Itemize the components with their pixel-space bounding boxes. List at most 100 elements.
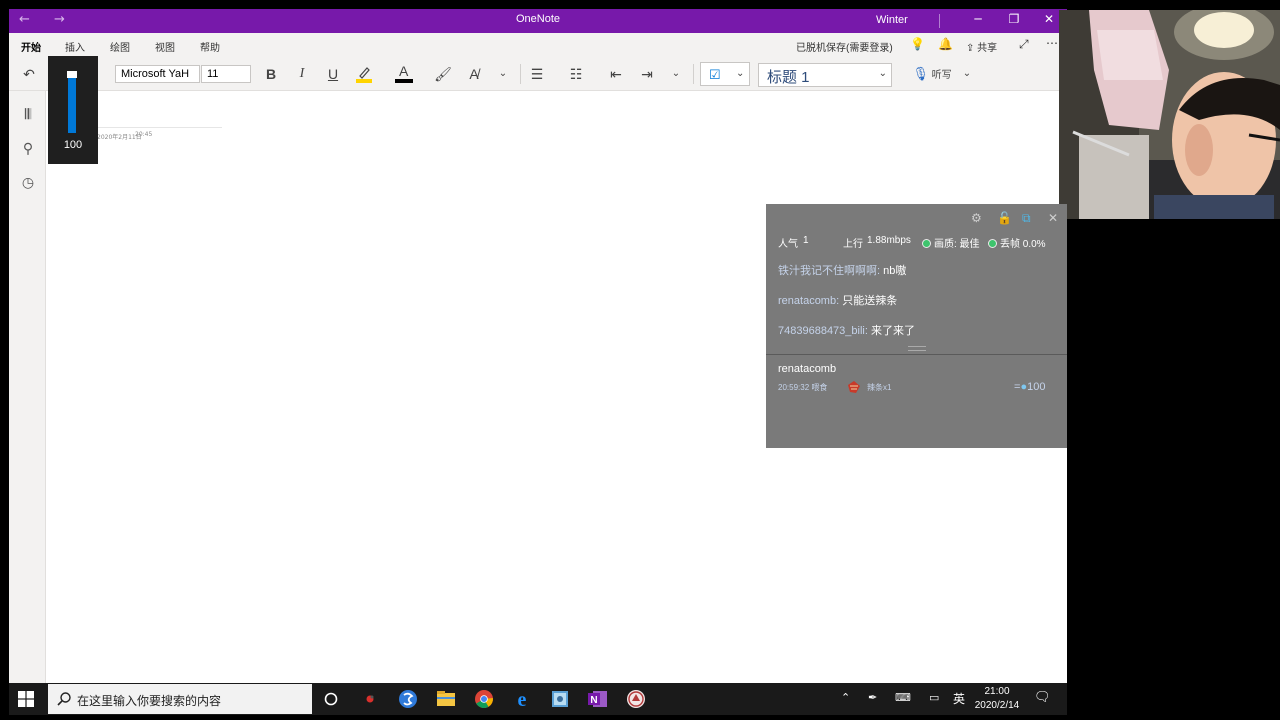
quality-text: 画质: 最佳 [934,239,980,250]
chat-username[interactable]: 铁汁我记不住啊啊啊: [778,265,880,277]
chevron-down-icon[interactable]: ⌄ [496,64,510,84]
volume-track[interactable] [67,71,77,133]
tab-view[interactable]: 视图 [155,39,175,54]
cortana-icon[interactable] [314,686,348,712]
decrease-indent-icon[interactable]: ⇤ [606,64,626,84]
overlay-close-icon[interactable]: ✕ [1048,211,1058,225]
volume-level: 100 [63,139,83,151]
taskbar-search[interactable]: 在这里输入你要搜索的内容 [48,684,312,714]
dictate-button[interactable]: 🎙 听写 [902,64,962,84]
increase-indent-icon[interactable]: ⇥ [637,64,657,84]
chevron-down-icon[interactable]: ⌄ [960,64,974,84]
gift-username[interactable]: renatacomb [778,363,836,375]
format-painter-icon[interactable]: 🖌 [434,64,452,84]
taskbar: 在这里输入你要搜索的内容 e N ⌃ ✒ ⌨ ▭ 英 21:00 2020/2/… [9,683,1067,715]
windows-start-icon[interactable] [18,691,34,707]
notebooks-icon[interactable]: 𝄃𝄃 [19,107,37,125]
dropframe-status-dot [988,239,997,248]
settings-icon[interactable]: ⚙ [971,211,982,225]
checkbox-icon: ☑ [709,67,721,82]
dropframe-text: 丢帧 0.0% [1000,239,1046,250]
undo-icon[interactable]: ↶ [20,64,38,84]
font-color-button[interactable]: A [395,63,413,84]
chat-text: 来了来了 [870,325,915,337]
chat-text: nb嗷 [883,265,907,277]
taskbar-clock[interactable]: 21:00 2020/2/14 [965,685,1029,713]
webcam-image [1059,10,1280,219]
more-icon[interactable]: ⋯ [1046,36,1058,50]
chat-username[interactable]: 74839688473_bili: [778,325,868,337]
italic-button[interactable]: I [293,64,311,84]
font-name-box[interactable]: Microsoft YaH [115,65,200,83]
popout-icon[interactable]: ⧉ [1022,211,1031,226]
chat-message: 铁汁我记不住啊啊啊: nb嗷 [778,262,906,278]
highlight-button[interactable] [355,64,373,84]
volume-flyout: 100 [48,56,98,164]
search-icon [57,692,71,706]
webcam-feed [1059,10,1280,219]
popularity-label: 人气 [778,239,798,250]
tab-draw[interactable]: 绘图 [110,39,130,54]
left-nav-rail: 𝄃𝄃 ⚲ ◷ [9,91,46,683]
show-hidden-icons-icon[interactable]: ⌃ [841,691,850,704]
upload-label: 上行 [843,239,863,250]
underline-button[interactable]: U [324,64,342,84]
quality-status: 画质: 最佳 [922,235,980,250]
ribbon-tabs: 开始 插入 绘图 视图 帮助 已脱机保存(需要登录) 💡 🔔 ⇪ 共享 ⤢ ⋯ [9,33,1067,61]
chevron-down-icon[interactable]: ⌄ [669,64,683,84]
gift-chili-icon [848,381,860,393]
clear-format-icon[interactable]: A̸ [465,64,483,84]
search-icon[interactable]: ⚲ [19,141,37,159]
title-bar: ← → OneNote Winter ─ ❐ ✕ [9,9,1067,33]
notification-center-icon[interactable]: 🗨 [1034,689,1051,705]
tab-insert[interactable]: 插入 [65,39,85,54]
clock-date: 2020/2/14 [974,700,1020,711]
input-method-indicator[interactable]: 英 [953,690,965,707]
account-name[interactable]: Winter [876,14,908,26]
close-button[interactable]: ✕ [1039,12,1059,26]
toolbar-separator [520,64,521,84]
chrome-icon[interactable] [467,686,501,712]
display-icon[interactable]: ▭ [929,691,939,704]
numbered-list-icon[interactable]: ☷ [566,64,586,84]
bold-button[interactable]: B [262,64,280,84]
bullet-list-icon[interactable]: ☰ [527,64,547,84]
fullscreen-icon[interactable]: ⤢ [1019,37,1029,52]
heading-style-select[interactable]: 标题 1 ⌄ [758,63,892,87]
tab-home[interactable]: 开始 [21,39,41,61]
restore-button[interactable]: ❐ [1004,12,1024,26]
unlock-icon[interactable]: 🔓 [997,211,1012,225]
gift-value-number: 100 [1027,381,1046,393]
tab-help[interactable]: 帮助 [200,39,220,54]
volume-thumb[interactable] [67,71,77,78]
overlay-divider [766,354,1067,355]
todo-tag-button[interactable]: ☑ ⌄ [700,62,750,86]
onenote-taskbar-icon[interactable]: N [581,686,615,712]
resize-grip[interactable] [908,346,926,351]
share-button[interactable]: ⇪ 共享 [966,39,997,54]
svg-text:e: e [518,689,527,711]
ribbon-toolbar: ↶ Microsoft YaH 11 B I U A 🖌 A̸ ⌄ ☰ ☷ ⇤ … [9,57,1067,91]
lightbulb-icon[interactable]: 💡 [910,37,925,51]
recorder-app-icon[interactable] [353,686,387,712]
chat-username[interactable]: renatacomb: [778,295,839,307]
page-time: 20:45 [135,131,153,138]
quality-status-dot [922,239,931,248]
live-chat-overlay: ⚙ 🔓 ⧉ ✕ 人气 1 上行 1.88mbps 画质: 最佳 丢帧 0.0% … [766,204,1067,448]
pen-icon[interactable]: ✒ [868,691,877,704]
internet-explorer-icon[interactable]: e [505,686,539,712]
keyboard-icon[interactable]: ⌨ [895,691,911,704]
file-explorer-icon[interactable] [429,686,463,712]
snipping-tool-icon[interactable] [543,686,577,712]
minimize-button[interactable]: ─ [968,12,988,26]
font-color-swatch [395,79,413,83]
font-size-box[interactable]: 11 [201,65,251,83]
chevron-down-icon: ⌄ [878,68,887,79]
upload-value: 1.88mbps [867,235,911,246]
recent-icon[interactable]: ◷ [19,175,37,193]
search-placeholder: 在这里输入你要搜索的内容 [77,694,222,708]
app-badge-icon[interactable] [619,686,653,712]
save-status: 已脱机保存(需要登录) [796,43,893,54]
bell-icon[interactable]: 🔔 [938,37,953,51]
sogou-app-icon[interactable] [391,686,425,712]
